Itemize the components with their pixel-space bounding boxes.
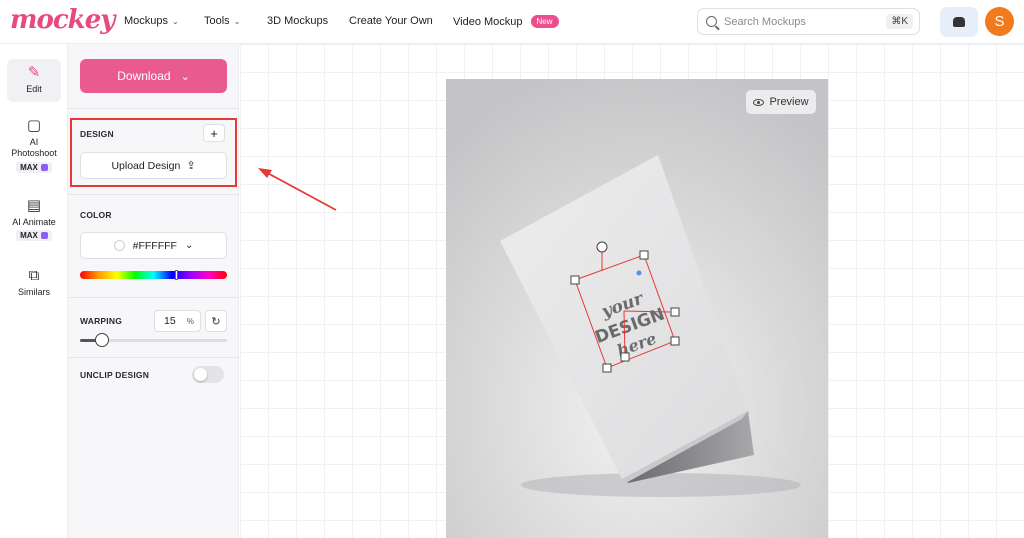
rail-item-label: AI Animate: [12, 217, 56, 227]
search-icon: [706, 16, 717, 27]
crown-icon: [40, 164, 48, 171]
chevron-down-icon: ⌄: [184, 240, 194, 251]
resize-handle[interactable]: [570, 275, 580, 285]
crown-icon: [40, 232, 48, 239]
settings-panel: Download ⌄ DESIGN + Upload Design ⇪ COLO…: [68, 44, 239, 538]
resize-handle[interactable]: [602, 363, 612, 373]
notifications-button[interactable]: [940, 7, 978, 37]
nav-3d-mockups[interactable]: 3D Mockups: [267, 15, 328, 27]
rail-item-similars[interactable]: ⧉ Similars: [7, 262, 61, 302]
rail-item-label: Similars: [17, 287, 50, 297]
resize-handle[interactable]: [639, 250, 649, 260]
warping-unit: %: [186, 316, 194, 326]
unclip-design-label: UNCLIP DESIGN: [80, 370, 150, 380]
rail-item-label: Edit: [26, 84, 42, 94]
max-badge-label: MAX: [20, 231, 38, 240]
divider: [68, 297, 239, 298]
eye-icon: [753, 98, 765, 106]
divider: [68, 194, 239, 195]
add-design-button[interactable]: +: [203, 124, 225, 142]
user-avatar[interactable]: S: [985, 7, 1014, 36]
reset-warping-button[interactable]: ↻: [205, 310, 227, 332]
upload-design-label: Upload Design: [111, 159, 181, 172]
warping-slider-knob[interactable]: [95, 333, 110, 347]
upload-design-button[interactable]: Upload Design ⇪: [80, 152, 227, 179]
nav-mockups-label: Mockups: [124, 15, 169, 27]
nav-mockups[interactable]: Mockups ⌄: [124, 15, 179, 27]
search-input[interactable]: Search Mockups ⌘K: [697, 8, 920, 35]
bell-icon: [953, 17, 965, 27]
search-placeholder: Search Mockups: [724, 15, 806, 28]
resize-handle[interactable]: [620, 352, 630, 362]
warping-value: 15: [164, 315, 176, 327]
preview-label: Preview: [769, 96, 809, 108]
resize-handle[interactable]: [670, 336, 680, 346]
nav-3d-mockups-label: 3D Mockups: [267, 15, 329, 27]
camera-sparkle-icon: ▢: [26, 117, 42, 134]
color-value: #FFFFFF: [132, 239, 177, 252]
upload-icon: ⇪: [186, 160, 196, 172]
chevron-down-icon: ⌄: [233, 16, 241, 26]
max-badge: MAX: [16, 230, 52, 241]
color-swatch: [113, 240, 125, 251]
chevron-down-icon: ⌄: [172, 16, 179, 26]
divider: [68, 357, 239, 358]
clapperboard-icon: ▤: [26, 197, 42, 214]
editor-canvas: your DESIGN here Preview: [240, 44, 1024, 538]
nav-video-label: Video Mockup: [453, 15, 523, 28]
divider: [68, 108, 239, 109]
search-shortcut-hint: ⌘K: [886, 14, 913, 29]
top-navigation-bar: mockey Mockups ⌄ Tools ⌄ 3D Mockups Crea…: [0, 0, 1024, 44]
chevron-down-icon: ⌄: [180, 70, 190, 83]
hue-slider[interactable]: [80, 271, 227, 279]
hue-slider-thumb[interactable]: [174, 270, 178, 280]
preview-button[interactable]: Preview: [746, 90, 816, 114]
unclip-design-toggle[interactable]: [192, 366, 224, 383]
reset-icon: ↻: [211, 315, 221, 328]
design-label: DESIGN: [80, 129, 114, 139]
mockup-preview-image[interactable]: your DESIGN here: [446, 79, 828, 538]
greeting-card-mockup: your DESIGN here: [446, 79, 828, 538]
rail-item-label: AI Photoshoot: [11, 137, 57, 158]
color-select[interactable]: #FFFFFF ⌄: [80, 232, 227, 259]
plus-icon: +: [210, 125, 218, 141]
anchor-point: [636, 270, 642, 276]
nav-create-your-own[interactable]: Create Your Own: [349, 15, 433, 27]
rail-item-ai-photoshoot[interactable]: ▢ AI Photoshoot MAX: [7, 112, 61, 178]
max-badge: MAX: [16, 162, 52, 173]
download-button[interactable]: Download ⌄: [80, 59, 227, 93]
mockey-logo[interactable]: mockey: [10, 5, 115, 35]
rail-item-ai-animate[interactable]: ▤ AI Animate MAX: [7, 192, 61, 252]
download-label: Download: [117, 69, 171, 83]
max-badge-label: MAX: [20, 163, 38, 172]
warping-label: WARPING: [80, 316, 123, 326]
nav-video-mockup[interactable]: Video Mockup New: [453, 15, 559, 28]
nav-tools[interactable]: Tools ⌄: [204, 15, 240, 27]
nav-tools-label: Tools: [204, 15, 230, 27]
pencil-icon: ✎: [27, 64, 41, 81]
nav-create-label: Create Your Own: [349, 15, 433, 27]
rail-item-edit[interactable]: ✎ Edit: [7, 59, 61, 102]
warping-value-input[interactable]: 15 %: [154, 310, 201, 332]
resize-handle[interactable]: [670, 307, 680, 317]
layers-icon: ⧉: [28, 267, 40, 284]
color-label: COLOR: [80, 210, 112, 220]
rotate-handle[interactable]: [596, 241, 608, 253]
new-badge: New: [530, 15, 559, 28]
tool-rail: ✎ Edit ▢ AI Photoshoot MAX ▤ AI Animate …: [0, 44, 68, 538]
